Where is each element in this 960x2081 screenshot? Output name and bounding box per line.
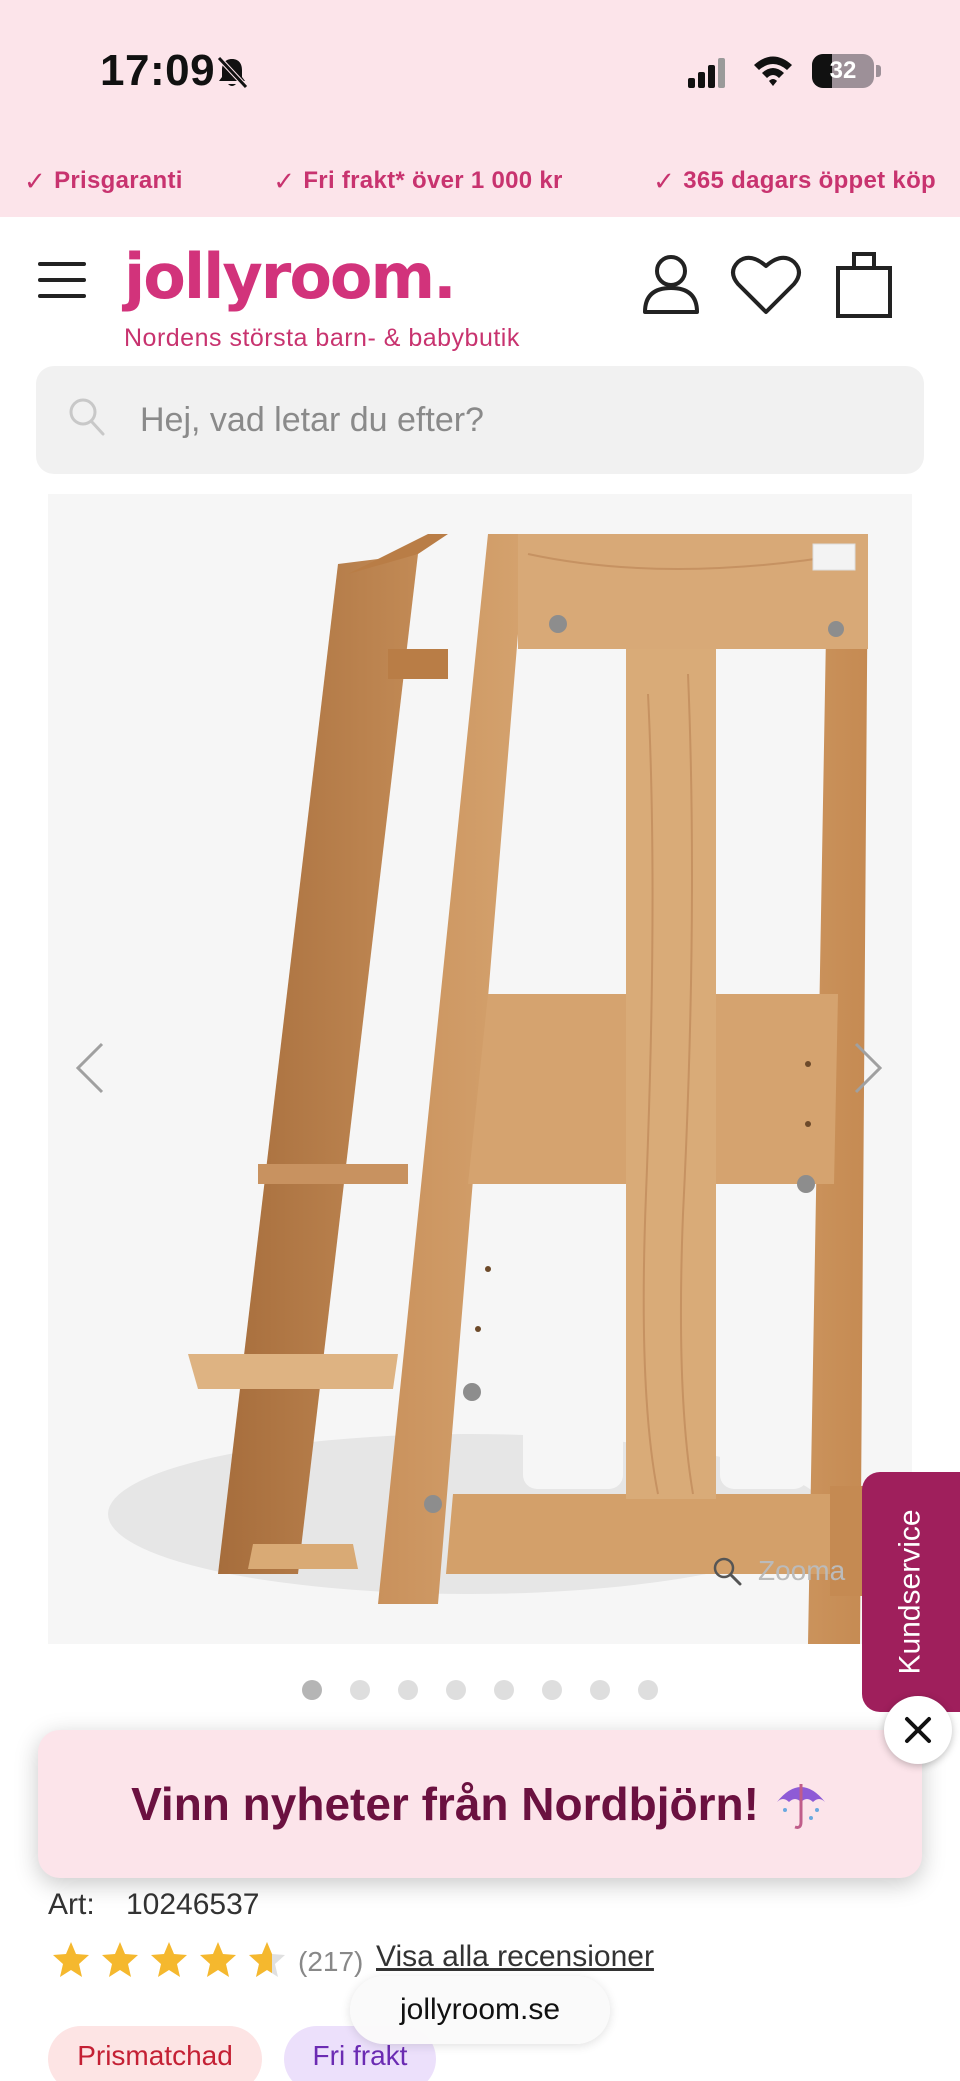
hamburger-menu-icon[interactable] bbox=[38, 262, 86, 298]
usp-label: 365 dagars öppet köp bbox=[683, 167, 936, 194]
check-icon: ✓ bbox=[273, 165, 296, 196]
magnifier-icon bbox=[713, 1557, 742, 1586]
popup-close-button[interactable] bbox=[884, 1696, 952, 1764]
product-image-gallery[interactable] bbox=[48, 494, 912, 1644]
article-label: Art: bbox=[48, 1888, 95, 1921]
search-icon bbox=[69, 398, 105, 436]
check-icon: ✓ bbox=[653, 165, 676, 196]
wifi-icon bbox=[754, 56, 792, 86]
search-input[interactable] bbox=[140, 390, 900, 450]
price-match-badge: Prismatchad bbox=[48, 2026, 262, 2081]
star-full-icon bbox=[53, 1942, 89, 1977]
pagination-dot-active[interactable] bbox=[302, 1680, 322, 1700]
pagination-dot[interactable] bbox=[398, 1680, 418, 1700]
usp-item-price-guarantee: ✓ Prisgaranti bbox=[24, 166, 183, 197]
promo-popup[interactable]: Vinn nyheter från Nordbjörn! bbox=[38, 1730, 922, 1878]
promo-popup-text: Vinn nyheter från Nordbjörn! bbox=[131, 1778, 759, 1830]
star-full-icon bbox=[200, 1942, 236, 1977]
bell-muted-icon bbox=[217, 56, 248, 89]
wishlist-heart-icon[interactable] bbox=[730, 252, 802, 316]
pagination-dot[interactable] bbox=[350, 1680, 370, 1700]
usp-item-free-shipping: ✓ Fri frakt* över 1 000 kr bbox=[273, 166, 562, 197]
pagination-dot[interactable] bbox=[542, 1680, 562, 1700]
customer-service-label-wrap: Kundservice bbox=[862, 1472, 960, 1712]
zoom-link[interactable]: Zooma bbox=[712, 1555, 845, 1587]
article-number: 10246537 bbox=[126, 1888, 260, 1921]
gallery-pagination bbox=[0, 1680, 960, 1702]
review-count: (217) bbox=[298, 1946, 364, 1977]
pagination-dot[interactable] bbox=[446, 1680, 466, 1700]
site-logo[interactable]: jollyroom. bbox=[124, 240, 457, 313]
star-half-icon bbox=[249, 1942, 285, 1977]
customer-service-label: Kundservice bbox=[894, 1509, 927, 1675]
battery-icon: 32 bbox=[812, 54, 882, 88]
next-image-arrow[interactable] bbox=[850, 1040, 886, 1096]
usp-label: Fri frakt* över 1 000 kr bbox=[303, 167, 563, 194]
pagination-dot[interactable] bbox=[638, 1680, 658, 1700]
zoom-label: Zooma bbox=[758, 1555, 846, 1586]
rating-stars bbox=[52, 1940, 297, 1978]
star-full-icon bbox=[102, 1942, 138, 1977]
status-time: 17:09 bbox=[100, 46, 216, 95]
pagination-dot[interactable] bbox=[494, 1680, 514, 1700]
check-icon: ✓ bbox=[24, 165, 47, 196]
close-icon bbox=[905, 1717, 931, 1743]
usp-item-open-purchase: ✓ 365 dagars öppet köp bbox=[653, 166, 936, 197]
signal-icon bbox=[688, 58, 725, 88]
pagination-dot[interactable] bbox=[590, 1680, 610, 1700]
usp-bar: ✓ Prisgaranti ✓ Fri frakt* över 1 000 kr… bbox=[0, 145, 960, 217]
previous-image-arrow[interactable] bbox=[72, 1040, 108, 1096]
star-full-icon bbox=[151, 1942, 187, 1977]
site-tagline: Nordens största barn- & babybutik bbox=[124, 324, 520, 352]
browser-url-pill[interactable]: jollyroom.se bbox=[350, 1976, 610, 2044]
umbrella-icon bbox=[776, 1784, 825, 1829]
product-image bbox=[108, 534, 886, 1644]
user-account-icon[interactable] bbox=[640, 252, 702, 316]
battery-level: 32 bbox=[829, 57, 857, 84]
shopping-bag-icon[interactable] bbox=[834, 248, 894, 320]
all-reviews-link[interactable]: Visa alla recensioner bbox=[376, 1940, 654, 1974]
usp-label: Prisgaranti bbox=[54, 167, 183, 194]
